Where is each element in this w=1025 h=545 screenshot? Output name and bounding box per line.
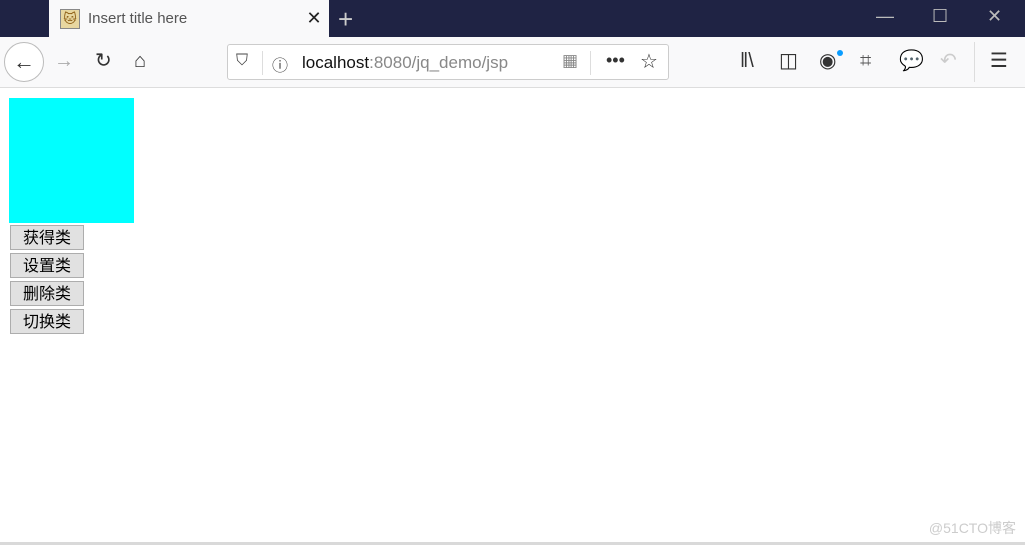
info-icon[interactable]: ⓘ — [272, 52, 288, 76]
undo-icon[interactable]: ↶ — [940, 49, 957, 73]
window-close-icon[interactable]: ✕ — [987, 6, 1002, 27]
library-icon[interactable]: ‖\ — [740, 49, 754, 73]
maximize-icon[interactable]: ☐ — [932, 6, 948, 27]
more-actions-icon[interactable]: ••• — [606, 50, 625, 71]
url-host: localhost — [302, 53, 370, 72]
watermark: @51CTO博客 — [928, 520, 1016, 536]
minimize-icon[interactable]: — — [876, 6, 894, 27]
notification-dot — [837, 50, 843, 56]
set-class-button[interactable]: 设置类 — [10, 253, 84, 278]
chat-icon[interactable]: 💬 — [899, 49, 924, 73]
qr-code-icon[interactable]: ▦ — [562, 51, 578, 71]
get-class-button[interactable]: 获得类 — [10, 225, 84, 250]
divider — [974, 42, 975, 82]
divider — [590, 51, 591, 75]
colored-box — [9, 98, 134, 223]
menu-icon[interactable]: ☰ — [990, 49, 1008, 73]
home-icon[interactable]: ⌂ — [134, 49, 146, 73]
toggle-class-button[interactable]: 切换类 — [10, 309, 84, 334]
remove-class-button[interactable]: 删除类 — [10, 281, 84, 306]
divider — [262, 51, 263, 75]
back-icon[interactable]: ← — [4, 42, 44, 82]
url-text[interactable]: localhost:8080/jq_demo/jsp — [302, 53, 524, 73]
close-tab-icon[interactable]: ✕ — [299, 8, 329, 29]
nav-bar: ← → ↻ ⌂ ⛉ ⓘ localhost:8080/jq_demo/jsp ▦… — [0, 37, 1025, 88]
screenshot-crop-icon[interactable]: ⌗ — [860, 49, 871, 73]
page-content: 获得类 设置类 删除类 切换类 — [0, 89, 1025, 543]
shield-icon[interactable]: ⛉ — [236, 52, 248, 70]
reload-icon[interactable]: ↻ — [95, 49, 112, 73]
tomcat-icon: 🐱 — [60, 8, 80, 29]
tab-title: Insert title here — [88, 10, 188, 27]
forward-icon[interactable]: → — [54, 49, 74, 73]
sidebar-icon[interactable]: ◫ — [779, 49, 798, 73]
bookmark-star-icon[interactable]: ☆ — [640, 49, 658, 74]
url-bar[interactable]: ⛉ ⓘ localhost:8080/jq_demo/jsp ▦ ••• ☆ — [227, 44, 669, 80]
title-bar: 🐱 Insert title here ✕ + — ☐ ✕ — [0, 0, 1025, 37]
browser-tab[interactable]: 🐱 Insert title here ✕ — [49, 0, 329, 37]
new-tab-icon[interactable]: + — [338, 4, 353, 35]
url-path: :8080/jq_demo/jsp — [369, 53, 509, 72]
account-icon[interactable]: ◉ — [819, 49, 836, 73]
